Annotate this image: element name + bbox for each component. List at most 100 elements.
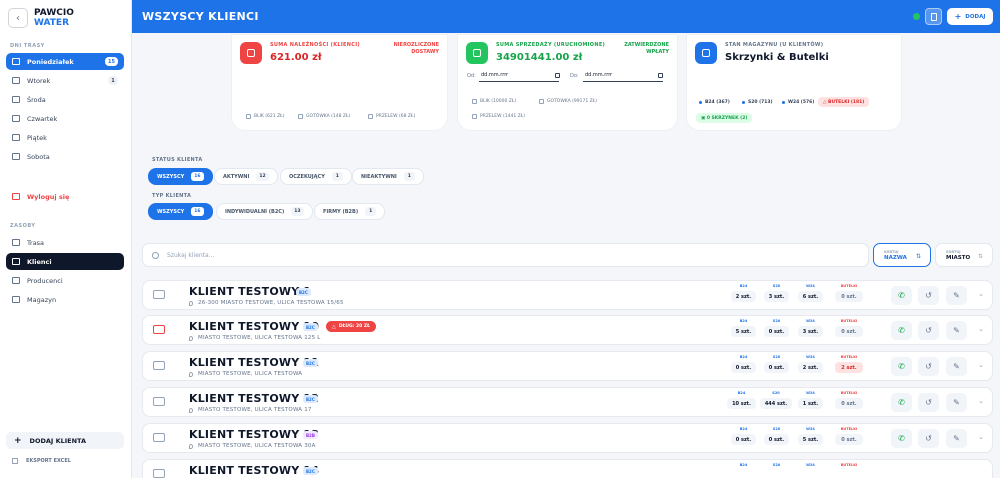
client-row[interactable]: KLIENT TESTOWY 11 B2C MIASTO TESTOWE, UL… [142,351,993,381]
stat-label: S20 [772,427,781,431]
client-row[interactable]: KLIENT TESTOWY 12 B2C MIASTO TESTOWE, UL… [142,387,993,417]
bottles-warning-badge: △ BUTELKI (181) [818,97,870,107]
history-button[interactable]: ↺ [918,357,939,376]
sidebar-item-saturday[interactable]: Sobota [6,148,124,165]
stat-label: BUTELKI [840,391,858,395]
stock-item-s20: S20 (713) [742,100,773,105]
client-address: MIASTO TESTOWE, ULICA TESTOWA 125 L [189,335,321,341]
stat-value: 2 szt. [798,362,823,373]
chevron-down-icon[interactable]: ⌄ [978,433,984,441]
status-filter-active[interactable]: AKTYWNI 12 [214,168,278,185]
call-button[interactable]: ✆ [891,286,912,305]
stat-s20: S20 0 szt. [764,355,789,373]
receivables-label: SUMA NALEŻNOŚCI (KLIENCI) [270,42,360,48]
sidebar-item-monday[interactable]: Poniedziałek 15 [6,53,124,70]
stat-label: W24 [806,319,815,323]
edit-button[interactable]: ✎ [946,321,967,340]
map-pin-icon [189,407,193,413]
online-status-dot [913,13,920,20]
calendar-icon [12,58,20,65]
sidebar-item-thursday[interactable]: Czwartek [6,110,124,127]
call-button[interactable]: ✆ [891,393,912,412]
type-filter-business[interactable]: FIRMY (B2B) 1 [314,203,386,220]
sidebar-item-route[interactable]: Trasa [6,234,124,251]
chevron-down-icon[interactable]: ⌄ [978,290,984,298]
sales-blik-amount: BLIK (10000 ZŁ) [472,99,516,104]
edit-button[interactable]: ✎ [946,393,967,412]
stat-value: 0 szt. [764,326,789,337]
sidebar-item-warehouse[interactable]: Magazyn [6,291,124,308]
stat-value: 0 szt. [835,398,863,409]
phone-icon: ✆ [898,398,905,407]
stat-bottles: BUTELKI 0 szt. [835,427,863,445]
stat-value: 0 szt. [835,326,863,337]
stat-label: B24 [739,427,748,431]
status-filter-pending[interactable]: OCZEKUJĄCY 1 [280,168,352,185]
stock-item-text: W24 (576) [788,100,815,105]
client-row[interactable]: KLIENT TESTOWY 13 B2B MIASTO TESTOWE, UL… [142,423,993,453]
stat-b24: B24 5 szt. [731,319,756,337]
unsettled-deliveries-label: NIEROZLICZONE DOSTAWY [393,42,439,55]
client-row[interactable]: KLIENT TESTOWY 14 B2C B24 S20 W24 BUTELK… [142,459,993,478]
calendar-icon [12,115,20,122]
stat-b24: B24 [731,463,756,469]
type-filter-all[interactable]: WSZYSCY 16 [148,203,213,220]
back-button[interactable]: ‹ [8,8,28,28]
export-excel-button[interactable]: EKSPORT EXCEL [12,458,71,464]
stat-b24: B24 2 szt. [731,284,756,302]
wallet-icon [240,42,262,64]
chevron-down-icon[interactable]: ⌄ [978,325,984,333]
call-button[interactable]: ✆ [891,321,912,340]
add-button[interactable]: + DODAJ [947,8,993,25]
chevron-down-icon[interactable]: ⌄ [978,397,984,405]
type-filter-individual[interactable]: INDYWIDUALNI (B2C) 13 [216,203,313,220]
history-button[interactable]: ↺ [918,393,939,412]
search-input[interactable] [167,251,847,259]
call-button[interactable]: ✆ [891,429,912,448]
sort-by-city-button[interactable]: SORTUJ MIASTO ⇅ [935,243,993,267]
stat-value: 2 szt. [835,362,863,373]
date-to-input[interactable] [583,69,663,82]
history-button[interactable]: ↺ [918,286,939,305]
pill-label: WSZYSCY [157,208,185,215]
edit-button[interactable]: ✎ [946,286,967,305]
bullet-dot [699,101,702,104]
chevron-down-icon[interactable]: ⌄ [978,361,984,369]
status-filter-all[interactable]: WSZYSCY 16 [148,168,213,185]
trending-up-icon [466,42,488,64]
history-icon: ↺ [925,326,932,335]
client-row[interactable]: KLIENT TESTOWY 1 B2C 26-300 MIASTO TESTO… [142,280,993,310]
phone-icon: ✆ [898,326,905,335]
pill-label: OCZEKUJĄCY [289,173,325,180]
edit-button[interactable]: ✎ [946,357,967,376]
stat-label: S20 [772,355,781,359]
status-filter-inactive[interactable]: NIEAKTYWNI 1 [352,168,424,185]
pencil-icon: ✎ [953,398,960,407]
sidebar-item-wednesday[interactable]: Środa [6,91,124,108]
brand-line-1: PAWCIO [34,8,74,18]
map-pin-icon [189,443,193,449]
stat-s20: S20 0 szt. [764,319,789,337]
stat-label: BUTELKI [840,319,858,323]
document-button[interactable] [925,8,942,25]
history-button[interactable]: ↺ [918,429,939,448]
sidebar-item-clients[interactable]: Klienci [6,253,124,270]
stat-label: BUTELKI [840,284,858,288]
client-type-badge: B2C [303,359,318,367]
logout-button[interactable]: Wyloguj się [6,188,124,205]
sidebar-item-producers[interactable]: Producenci [6,272,124,289]
edit-button[interactable]: ✎ [946,429,967,448]
date-from-input[interactable] [479,69,559,82]
sidebar-item-tuesday[interactable]: Wtorek 1 [6,72,124,89]
count-badge: 15 [105,57,118,66]
add-client-button[interactable]: + DODAJ KLIENTA [6,432,124,449]
call-button[interactable]: ✆ [891,357,912,376]
history-button[interactable]: ↺ [918,321,939,340]
phone-icon: ✆ [898,434,905,443]
sort-by-name-button[interactable]: SORTUJ NAZWA ⇅ [873,243,931,267]
client-row[interactable]: KLIENT TESTOWY 10 B2C △ DŁUG: 20 ZŁ MIAST… [142,315,993,345]
sidebar-item-friday[interactable]: Piątek [6,129,124,146]
pill-label: AKTYWNI [223,173,250,180]
stat-value: 5 szt. [798,434,823,445]
sidebar-item-label: Klienci [27,257,52,266]
